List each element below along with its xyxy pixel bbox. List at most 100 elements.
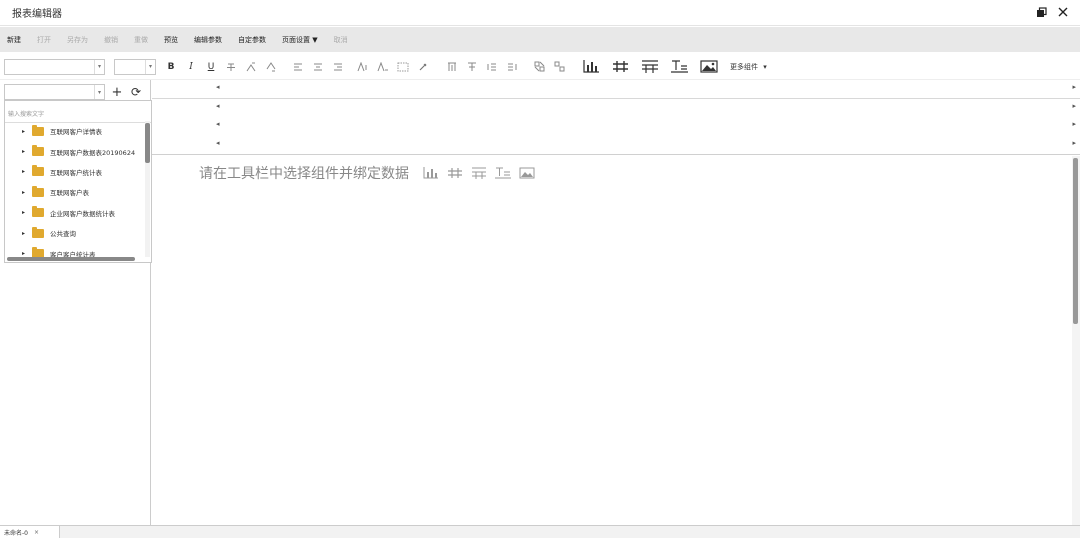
menu-page-setup[interactable]: 页面设置 ▼: [282, 35, 318, 45]
design-canvas[interactable]: 请在工具栏中选择组件并绑定数据: [152, 156, 1072, 525]
tree-item[interactable]: ▸ 互联网客户统计表: [5, 162, 145, 182]
bold-button[interactable]: B: [164, 58, 178, 76]
property-row: ◂ ▸: [216, 80, 1076, 98]
insert-row-icon[interactable]: [485, 58, 499, 76]
menu-edit-params[interactable]: 编辑参数: [194, 35, 222, 45]
folder-icon: [32, 226, 44, 238]
property-row: ◂ ▸: [216, 136, 1076, 154]
split-cells-icon[interactable]: [465, 58, 479, 76]
border-icon[interactable]: [396, 58, 410, 76]
title-bar: 报表编辑器: [0, 0, 1080, 26]
chevron-down-icon: ▾: [94, 85, 104, 99]
bar-chart-icon[interactable]: [583, 58, 600, 76]
property-panel: ◂ ▸ ◂ ▸ ◂ ▸: [152, 98, 1080, 155]
image-icon[interactable]: [700, 58, 718, 76]
tree-list: ▸ 互联网客户详情表 ▸ 互联网客户数据表20190624 ▸ 互联网客户统计表 ▸ 互…: [5, 121, 145, 262]
format-toolbar: ▾ ▾ B I U 更多组件 ▾: [0, 54, 1080, 80]
tree-vertical-scrollbar[interactable]: [145, 121, 150, 257]
scrollbar-thumb[interactable]: [1073, 158, 1078, 324]
canvas-vertical-scrollbar[interactable]: [1072, 156, 1080, 525]
merge-cells-icon[interactable]: [445, 58, 459, 76]
window-title: 报表编辑器: [12, 9, 62, 20]
chevron-down-icon: ▾: [145, 59, 155, 74]
tree-item[interactable]: ▸ 公共查询: [5, 223, 145, 243]
table-icon: [447, 167, 463, 179]
menu-save-as[interactable]: 另存为: [67, 35, 88, 45]
menu-custom-params[interactable]: 自定参数: [238, 35, 266, 45]
group-icon[interactable]: [532, 58, 546, 76]
menu-preview[interactable]: 预览: [164, 35, 178, 45]
tree-item-label: 企业网客户数据统计表: [50, 209, 115, 218]
superscript-icon[interactable]: [244, 58, 258, 76]
close-icon[interactable]: [1056, 5, 1070, 19]
add-data-source-button[interactable]: +: [110, 85, 124, 100]
restore-window-icon[interactable]: [1034, 5, 1048, 19]
collapse-left-icon[interactable]: ◂: [216, 139, 220, 147]
tree-item[interactable]: ▸ 互联网客户数据表20190624: [5, 141, 145, 161]
chevron-right-icon[interactable]: ▸: [22, 148, 32, 155]
chevron-right-icon[interactable]: ▸: [22, 250, 32, 257]
scrollbar-thumb[interactable]: [145, 123, 150, 163]
refresh-icon[interactable]: ⟳: [129, 85, 143, 99]
chevron-right-icon[interactable]: ▸: [22, 230, 32, 237]
expand-right-icon[interactable]: ▸: [1072, 83, 1076, 91]
sheet-tab-label: 未命名-0: [4, 530, 28, 537]
ungroup-icon[interactable]: [552, 58, 566, 76]
menu-new[interactable]: 新建: [7, 35, 21, 45]
underline-button[interactable]: U: [204, 58, 218, 76]
format-brush-icon[interactable]: [416, 58, 430, 76]
italic-button[interactable]: I: [184, 58, 198, 76]
tree-item[interactable]: ▸ 企业网客户数据统计表: [5, 203, 145, 223]
expand-right-icon[interactable]: ▸: [1072, 102, 1076, 110]
folder-icon: [32, 206, 44, 218]
more-components-button[interactable]: 更多组件 ▾: [730, 62, 767, 72]
collapse-left-icon[interactable]: ◂: [216, 120, 220, 128]
tree-item[interactable]: ▸ 互联网客户表: [5, 182, 145, 202]
font-color-icon[interactable]: [356, 58, 370, 76]
close-icon[interactable]: ×: [34, 529, 39, 536]
folder-icon: [32, 185, 44, 197]
menu-bar: 新建 打开 另存为 撤销 重做 预览 编辑参数 自定参数 页面设置 ▼ 取消: [0, 27, 1080, 52]
tree-item-label: 互联网客户详情表: [50, 128, 102, 137]
tree-item[interactable]: ▸ 互联网客户详情表: [5, 121, 145, 141]
align-center-icon[interactable]: [311, 58, 325, 76]
report-editor-window: 报表编辑器 新建 打开 另存为 撤销 重做 预览 编辑参数 自定参数 页面设置 …: [0, 0, 1080, 538]
chevron-right-icon[interactable]: ▸: [22, 128, 32, 135]
folder-icon: [32, 145, 44, 157]
image-icon: [519, 167, 535, 179]
table-icon[interactable]: [612, 58, 629, 76]
tree-item-label: 互联网客户表: [50, 189, 89, 198]
sheet-tab[interactable]: 未命名-0 ×: [0, 526, 60, 538]
window-controls: [1034, 5, 1070, 19]
expand-right-icon[interactable]: ▸: [1072, 139, 1076, 147]
menu-redo[interactable]: 重做: [134, 35, 148, 45]
font-size-select[interactable]: ▾: [114, 58, 156, 75]
cross-table-icon[interactable]: [641, 58, 659, 76]
align-right-icon[interactable]: [331, 58, 345, 76]
chevron-right-icon[interactable]: ▸: [22, 209, 32, 216]
tree-horizontal-scrollbar[interactable]: [7, 257, 135, 261]
strikethrough-icon[interactable]: [224, 58, 238, 76]
background-color-icon[interactable]: [376, 58, 390, 76]
expand-right-icon[interactable]: ▸: [1072, 120, 1076, 128]
chevron-down-icon: ▾: [94, 59, 104, 74]
folder-icon: [32, 124, 44, 136]
bar-chart-icon: [423, 167, 439, 179]
more-components-label: 更多组件: [730, 62, 758, 71]
subscript-icon[interactable]: [264, 58, 278, 76]
menu-undo[interactable]: 撤销: [104, 35, 118, 45]
data-source-select[interactable]: ▾: [4, 84, 105, 100]
chevron-right-icon[interactable]: ▸: [22, 168, 32, 175]
property-row: ◂ ▸: [216, 117, 1076, 135]
collapse-left-icon[interactable]: ◂: [216, 102, 220, 110]
align-left-icon[interactable]: [291, 58, 305, 76]
text-box-icon: [495, 167, 511, 179]
empty-hint: 请在工具栏中选择组件并绑定数据: [199, 163, 543, 183]
text-box-icon[interactable]: [671, 58, 688, 76]
chevron-right-icon[interactable]: ▸: [22, 189, 32, 196]
font-family-select[interactable]: ▾: [4, 58, 105, 75]
insert-column-icon[interactable]: [505, 58, 519, 76]
menu-cancel[interactable]: 取消: [334, 35, 348, 45]
menu-open[interactable]: 打开: [37, 35, 51, 45]
collapse-left-icon[interactable]: ◂: [216, 83, 220, 91]
